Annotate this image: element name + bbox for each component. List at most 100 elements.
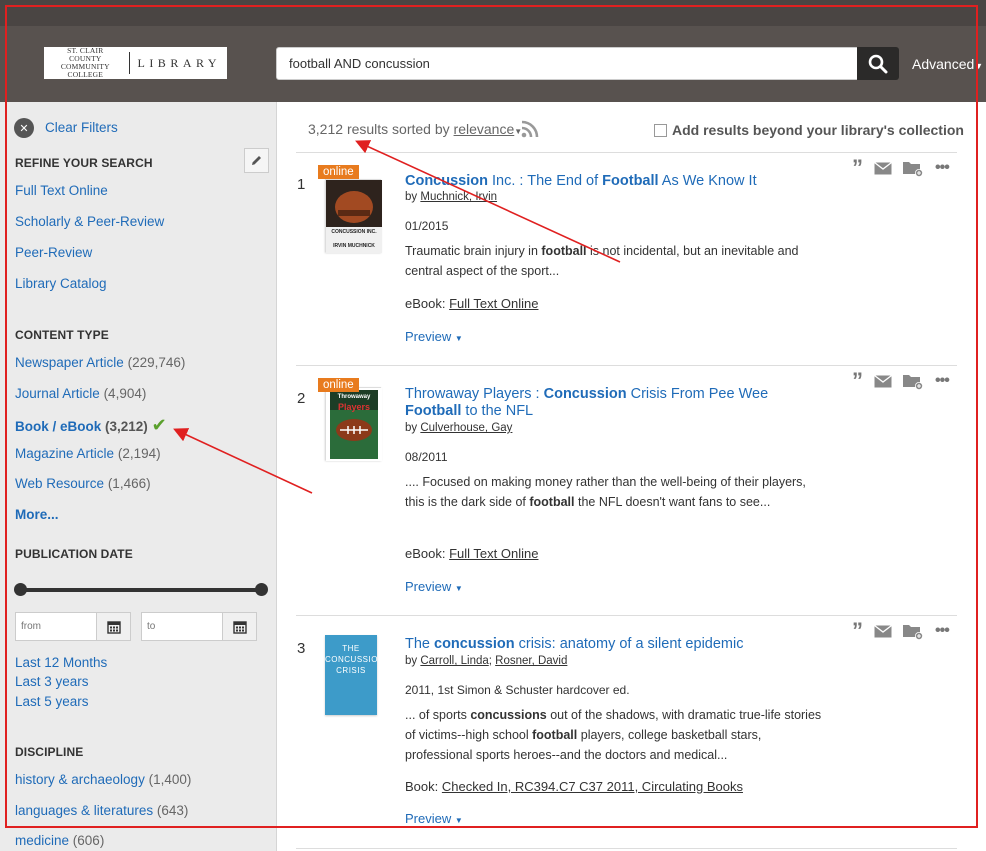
result-actions: ” ••• <box>852 370 950 392</box>
result-title-link[interactable]: Concussion Inc. : The End of Football As… <box>405 173 757 190</box>
clear-filters-icon[interactable]: ✕ <box>14 118 34 138</box>
author-link[interactable]: Muchnick, Irvin <box>420 191 497 203</box>
date-slider-track[interactable] <box>21 588 261 592</box>
preview-toggle[interactable]: Preview ▼ <box>405 811 463 826</box>
result-date: 01/2015 <box>405 219 449 233</box>
refine-scholarly-peer-review[interactable]: Scholarly & Peer-Review <box>15 214 164 229</box>
advanced-search-link[interactable]: Advanced▼ <box>912 56 983 72</box>
result-actions: ” ••• <box>852 157 950 179</box>
more-options-icon[interactable]: ••• <box>935 622 950 640</box>
beyond-collection-option[interactable]: Add results beyond your library's collec… <box>654 122 964 138</box>
email-icon[interactable] <box>874 161 892 175</box>
content-type-more-link[interactable]: More... <box>15 507 59 522</box>
cite-quote-icon[interactable]: ” <box>852 370 863 392</box>
preview-toggle[interactable]: Preview ▼ <box>405 329 463 344</box>
rss-feed-button[interactable] <box>520 119 540 142</box>
pencil-icon <box>252 156 261 165</box>
full-text-link[interactable]: Full Text Online <box>449 296 538 311</box>
date-slider-min-handle[interactable] <box>14 583 27 596</box>
content-type-newspaper[interactable]: Newspaper Article (229,746) <box>15 355 185 370</box>
filter-sidebar: ✕ Clear Filters REFINE YOUR SEARCH Full … <box>0 102 277 851</box>
result-format: eBook: Full Text Online <box>405 546 539 561</box>
search-button[interactable] <box>857 47 899 80</box>
result-snippet: ... of sports concussions out of the sha… <box>405 708 822 762</box>
divider <box>296 152 957 153</box>
date-from-calendar-button[interactable] <box>97 612 131 641</box>
date-last-12-months[interactable]: Last 12 Months <box>15 655 107 670</box>
content-type-web-resource[interactable]: Web Resource (1,466) <box>15 476 151 491</box>
result-number: 2 <box>297 390 306 407</box>
date-to-calendar-button[interactable] <box>223 612 257 641</box>
cover-title-text: CONCUSSION INC. <box>331 229 377 235</box>
online-badge: online <box>318 378 359 392</box>
publication-date-heading: PUBLICATION DATE <box>15 547 133 561</box>
content-type-book-selected[interactable]: Book / eBook (3,212) ✔ <box>15 415 167 436</box>
result-authors: by Muchnick, Irvin <box>405 191 498 203</box>
search-input[interactable] <box>276 47 858 80</box>
author-link[interactable]: Rosner, David <box>495 655 567 667</box>
cite-quote-icon[interactable]: ” <box>852 157 863 179</box>
full-text-link[interactable]: Full Text Online <box>449 546 538 561</box>
discipline-languages[interactable]: languages & literatures (643) <box>15 803 188 818</box>
online-badge: online <box>318 165 359 179</box>
discipline-heading: DISCIPLINE <box>15 745 84 759</box>
date-last-5-years[interactable]: Last 5 years <box>15 694 89 709</box>
result-title-link[interactable]: Throwaway Players : Concussion Crisis Fr… <box>405 386 805 420</box>
book-cover-thumbnail[interactable]: CONCUSSION INC. IRVIN MUCHNICK <box>325 179 382 253</box>
beyond-collection-checkbox[interactable] <box>654 123 667 137</box>
email-icon[interactable] <box>874 624 892 638</box>
cover-title-text: Throwaway <box>337 394 371 400</box>
edit-refine-button[interactable] <box>244 148 269 173</box>
content-type-magazine[interactable]: Magazine Article (2,194) <box>15 446 161 461</box>
clear-filters-link[interactable]: Clear Filters <box>45 120 118 135</box>
result-actions: ” ••• <box>852 620 950 642</box>
content-type-heading: CONTENT TYPE <box>15 328 109 342</box>
library-logo[interactable]: ST. CLAIR COUNTY COMMUNITY COLLEGE LIBRA… <box>44 47 227 79</box>
results-summary: 3,212 results sorted by relevance▼ <box>308 121 523 137</box>
content-type-journal[interactable]: Journal Article (4,904) <box>15 386 146 401</box>
more-options-icon[interactable]: ••• <box>935 159 950 177</box>
book-cover-thumbnail[interactable]: THE CONCUSSION CRISIS <box>325 635 385 715</box>
cover-author-text: IRVIN MUCHNICK <box>333 243 375 249</box>
result-number: 3 <box>297 640 306 657</box>
top-strip <box>0 0 986 26</box>
search-icon <box>868 54 888 73</box>
availability-link[interactable]: Checked In, RC394.C7 C37 2011, Circulati… <box>442 779 743 794</box>
caret-down-icon: ▼ <box>974 61 984 71</box>
folder-add-icon[interactable] <box>903 373 924 390</box>
cite-quote-icon[interactable]: ” <box>852 620 863 642</box>
author-link[interactable]: Culverhouse, Gay <box>420 422 512 434</box>
date-last-3-years[interactable]: Last 3 years <box>15 674 89 689</box>
cover-title-text: THE CONCUSSION CRISIS <box>325 644 385 675</box>
rss-icon <box>521 120 539 138</box>
result-title-link[interactable]: The concussion crisis: anatomy of a sile… <box>405 636 743 653</box>
preview-toggle[interactable]: Preview ▼ <box>405 579 463 594</box>
refine-heading: REFINE YOUR SEARCH <box>15 156 153 170</box>
refine-full-text-online[interactable]: Full Text Online <box>15 183 108 198</box>
email-icon[interactable] <box>874 374 892 388</box>
more-options-icon[interactable]: ••• <box>935 372 950 390</box>
result-number: 1 <box>297 176 306 193</box>
result-snippet: .... Focused on making money rather than… <box>405 475 806 509</box>
checkmark-icon: ✔ <box>151 415 167 435</box>
author-link[interactable]: Carroll, Linda <box>420 655 488 667</box>
refine-library-catalog[interactable]: Library Catalog <box>15 276 107 291</box>
caret-down-icon: ▼ <box>454 334 463 343</box>
sort-dropdown[interactable]: relevance <box>454 121 515 137</box>
folder-add-icon[interactable] <box>903 623 924 640</box>
divider <box>296 848 957 849</box>
cover-subtitle-text: Players <box>337 402 371 412</box>
folder-add-icon[interactable] <box>903 160 924 177</box>
book-cover-thumbnail[interactable]: Throwaway Players <box>325 387 382 461</box>
refine-peer-review[interactable]: Peer-Review <box>15 245 92 260</box>
result-date: 2011, 1st Simon & Schuster hardcover ed. <box>405 683 630 697</box>
date-from-input[interactable] <box>15 612 97 641</box>
date-slider-max-handle[interactable] <box>255 583 268 596</box>
logo-divider <box>128 52 130 74</box>
discipline-history[interactable]: history & archaeology (1,400) <box>15 772 191 787</box>
result-date: 08/2011 <box>405 450 448 464</box>
logo-library-text: LIBRARY <box>137 55 221 70</box>
header-bar: ST. CLAIR COUNTY COMMUNITY COLLEGE LIBRA… <box>0 26 986 102</box>
date-to-input[interactable] <box>141 612 223 641</box>
discipline-medicine[interactable]: medicine (606) <box>15 833 104 848</box>
